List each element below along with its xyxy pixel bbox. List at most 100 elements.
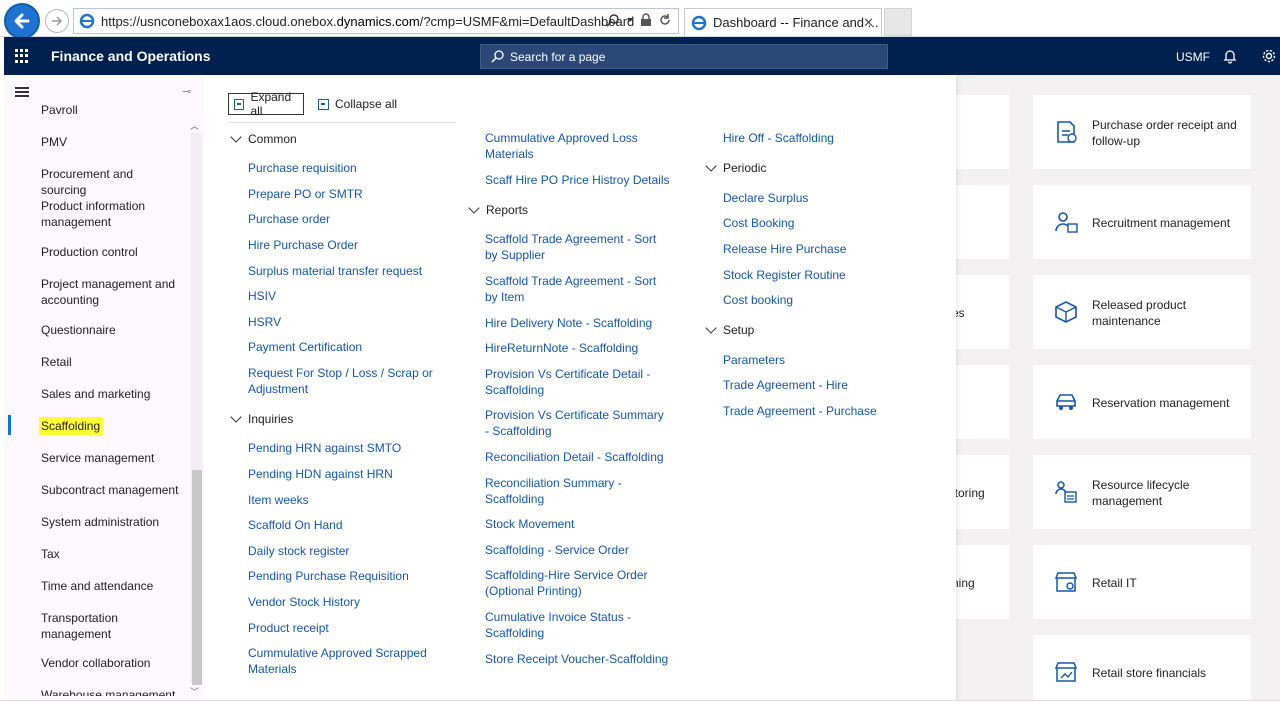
group-inquiries[interactable]: Inquiries: [230, 411, 293, 426]
nav-item-retail[interactable]: Retail: [41, 354, 181, 370]
refresh-icon[interactable]: [658, 13, 672, 27]
app-launcher-icon[interactable]: [15, 49, 29, 63]
search-icon[interactable]: [606, 13, 620, 27]
menu-link[interactable]: Reconciliation Summary - Scaffolding: [485, 475, 660, 507]
nav-item-vendor-collaboration[interactable]: Vendor collaboration: [41, 655, 181, 671]
menu-link[interactable]: Release Hire Purchase: [723, 241, 903, 257]
workspace-tile-partial[interactable]: [956, 185, 1009, 259]
nav-item-warehouse[interactable]: Warehouse management: [41, 687, 181, 696]
nav-item-transportation[interactable]: Transportation management: [41, 610, 181, 642]
expand-all-button[interactable]: Expand all: [228, 90, 304, 118]
menu-link[interactable]: Cost Booking: [723, 215, 903, 231]
menu-link[interactable]: Trade Agreement - Hire: [723, 377, 903, 393]
menu-link[interactable]: Stock Movement: [485, 516, 665, 532]
collapse-all-button[interactable]: Collapse all: [316, 93, 406, 115]
nav-item-payroll[interactable]: Payroll: [41, 102, 181, 114]
menu-link[interactable]: Request For Stop / Loss / Scrap or Adjus…: [248, 365, 433, 397]
workspace-tile-partial[interactable]: es: [952, 275, 1009, 349]
new-tab-button[interactable]: [884, 8, 912, 36]
workspace-tile[interactable]: Released product maintenance: [1033, 275, 1251, 349]
group-periodic[interactable]: Periodic: [705, 160, 766, 175]
menu-link[interactable]: Hire Purchase Order: [248, 237, 428, 253]
menu-link[interactable]: Scaffold Trade Agreement - Sort by Item: [485, 273, 660, 305]
address-bar[interactable]: https://usnconeboxax1aos.cloud.onebox.dy…: [73, 8, 679, 34]
nav-item-product-information[interactable]: Product information management: [41, 198, 181, 230]
menu-link[interactable]: Scaff Hire PO Price Histroy Details: [485, 172, 675, 188]
menu-link[interactable]: Trade Agreement - Purchase: [723, 403, 903, 419]
hamburger-menu-icon[interactable]: [15, 87, 29, 97]
menu-link[interactable]: Reconciliation Detail - Scaffolding: [485, 449, 675, 465]
menu-link[interactable]: HSRV: [248, 314, 428, 330]
workspace-tile-partial[interactable]: itoring: [952, 455, 1009, 529]
dropdown-icon[interactable]: [626, 16, 634, 24]
gear-icon[interactable]: [1261, 48, 1277, 64]
menu-link[interactable]: Daily stock register: [248, 543, 428, 559]
workspace-tile[interactable]: Resource lifecycle management: [1033, 455, 1251, 529]
menu-link[interactable]: Pending HDN against HRN: [248, 466, 428, 482]
company-picker[interactable]: USMF: [1176, 50, 1210, 64]
bell-icon[interactable]: [1223, 48, 1237, 64]
back-button[interactable]: [4, 3, 40, 39]
menu-link[interactable]: Item weeks: [248, 492, 428, 508]
forward-button[interactable]: [45, 9, 69, 33]
chevron-up-icon[interactable]: ︿: [190, 119, 199, 132]
menu-link[interactable]: Purchase order: [248, 211, 428, 227]
nav-item-system-administration[interactable]: System administration: [41, 514, 181, 530]
menu-link[interactable]: Cumulative Invoice Status - Scaffolding: [485, 609, 660, 641]
menu-link[interactable]: Parameters: [723, 352, 903, 368]
menu-link[interactable]: Cost booking: [723, 292, 903, 308]
menu-link[interactable]: Prepare PO or SMTR: [248, 186, 428, 202]
chevron-down-icon[interactable]: ﹀: [190, 685, 199, 698]
workspace-tile[interactable]: Recruitment management: [1033, 185, 1251, 259]
menu-link[interactable]: Scaffold Trade Agreement - Sort by Suppl…: [485, 231, 660, 263]
nav-item-project-management[interactable]: Project management and accounting: [41, 276, 181, 308]
menu-link[interactable]: HSIV: [248, 288, 428, 304]
nav-item-questionnaire[interactable]: Questionnaire: [41, 322, 181, 338]
menu-link[interactable]: Payment Certification: [248, 339, 428, 355]
menu-link[interactable]: Pending Purchase Requisition: [248, 568, 428, 584]
menu-link[interactable]: Scaffolding-Hire Service Order (Optional…: [485, 567, 665, 599]
menu-link[interactable]: Cummulative Approved Loss Materials: [485, 130, 665, 162]
search-input[interactable]: Search for a page: [480, 44, 888, 69]
group-common[interactable]: Common: [230, 131, 297, 146]
workspace-tile[interactable]: Retail IT: [1033, 545, 1251, 619]
nav-item-scaffolding[interactable]: Scaffolding: [39, 417, 181, 435]
menu-link[interactable]: Surplus material transfer request: [248, 263, 438, 279]
workspace-tile[interactable]: Retail store financials: [1033, 635, 1251, 700]
menu-link[interactable]: Scaffold On Hand: [248, 517, 428, 533]
workspace-tile[interactable]: Purchase order receipt and follow-up: [1033, 95, 1251, 169]
group-reports[interactable]: Reports: [468, 202, 528, 217]
menu-link[interactable]: Hire Off - Scaffolding: [723, 130, 903, 146]
workspace-tile-partial[interactable]: t: [952, 95, 1009, 169]
nav-item-time-attendance[interactable]: Time and attendance: [41, 578, 181, 594]
close-icon[interactable]: ✕: [863, 15, 874, 31]
group-setup[interactable]: Setup: [705, 322, 754, 337]
menu-link[interactable]: Hire Delivery Note - Scaffolding: [485, 315, 670, 331]
workspace-tile-partial[interactable]: ning: [952, 545, 1009, 619]
menu-link[interactable]: Cummulative Approved Scrapped Materials: [248, 645, 428, 677]
nav-item-production-control[interactable]: Production control: [41, 244, 181, 260]
app-title[interactable]: Finance and Operations: [51, 48, 210, 64]
menu-link[interactable]: Store Receipt Voucher-Scaffolding: [485, 651, 675, 667]
menu-link[interactable]: Vendor Stock History: [248, 594, 428, 610]
nav-item-procurement[interactable]: Procurement and sourcing: [41, 166, 181, 198]
menu-link[interactable]: Pending HRN against SMTO: [248, 440, 428, 456]
nav-item-subcontract[interactable]: Subcontract management: [41, 482, 181, 498]
menu-link[interactable]: Declare Surplus: [723, 190, 903, 206]
nav-item-tax[interactable]: Tax: [41, 546, 181, 562]
menu-link[interactable]: HireReturnNote - Scaffolding: [485, 340, 670, 356]
menu-link[interactable]: Stock Register Routine: [723, 267, 903, 283]
menu-link[interactable]: Product receipt: [248, 620, 428, 636]
menu-link[interactable]: Provision Vs Certificate Detail - Scaffo…: [485, 366, 660, 398]
nav-item-pmv[interactable]: PMV: [41, 134, 181, 150]
menu-link[interactable]: Purchase requisition: [248, 160, 428, 176]
menu-link[interactable]: Scaffolding - Service Order: [485, 542, 670, 558]
pin-icon[interactable]: ⊸: [182, 85, 191, 98]
workspace-tile-partial[interactable]: [956, 365, 1009, 439]
nav-scrollbar-thumb[interactable]: [192, 470, 202, 685]
lock-icon[interactable]: [640, 13, 652, 27]
workspace-tile[interactable]: Reservation management: [1033, 365, 1251, 439]
browser-tab[interactable]: Dashboard -- Finance and ... ✕: [684, 8, 882, 36]
nav-item-service-management[interactable]: Service management: [41, 450, 181, 466]
menu-link[interactable]: Provision Vs Certificate Summary - Scaff…: [485, 407, 670, 439]
